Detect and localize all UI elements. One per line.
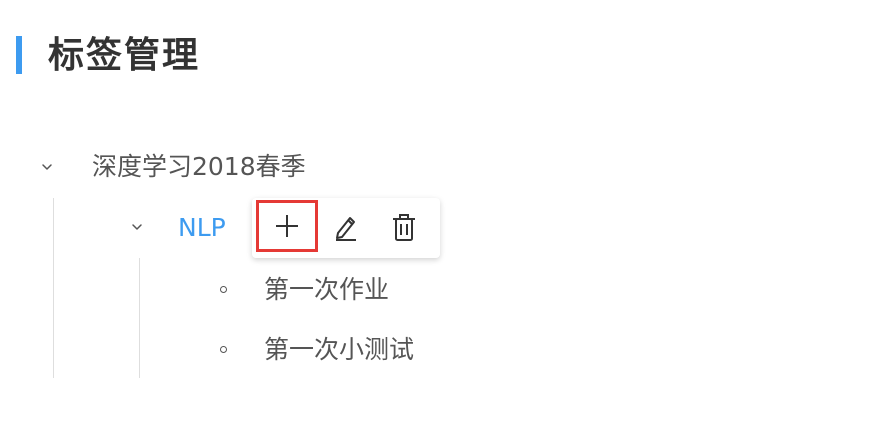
trash-icon	[391, 212, 417, 242]
title-accent-bar	[16, 36, 22, 74]
pencil-icon	[333, 213, 359, 241]
tree-node-root[interactable]: 深度学习2018春季	[92, 150, 306, 184]
plus-icon	[274, 213, 300, 239]
tag-management-page: 标签管理 深度学习2018春季 NLP 第一次作业 第一次小测试	[0, 0, 878, 444]
leaf-bullet	[220, 286, 227, 293]
tree-guide-line	[53, 198, 54, 378]
leaf-bullet	[220, 346, 227, 353]
page-title: 标签管理	[48, 35, 201, 76]
edit-button[interactable]	[322, 200, 370, 254]
tree-node-nlp[interactable]: NLP	[178, 211, 226, 245]
chevron-down-icon[interactable]	[40, 160, 54, 174]
add-child-button[interactable]	[256, 200, 318, 252]
node-action-toolbar	[252, 198, 440, 258]
chevron-down-icon[interactable]	[130, 220, 144, 234]
delete-button[interactable]	[380, 200, 428, 254]
tree-node-leaf[interactable]: 第一次作业	[264, 273, 389, 307]
tree-guide-line	[139, 258, 140, 378]
tree-node-leaf[interactable]: 第一次小测试	[264, 333, 414, 367]
